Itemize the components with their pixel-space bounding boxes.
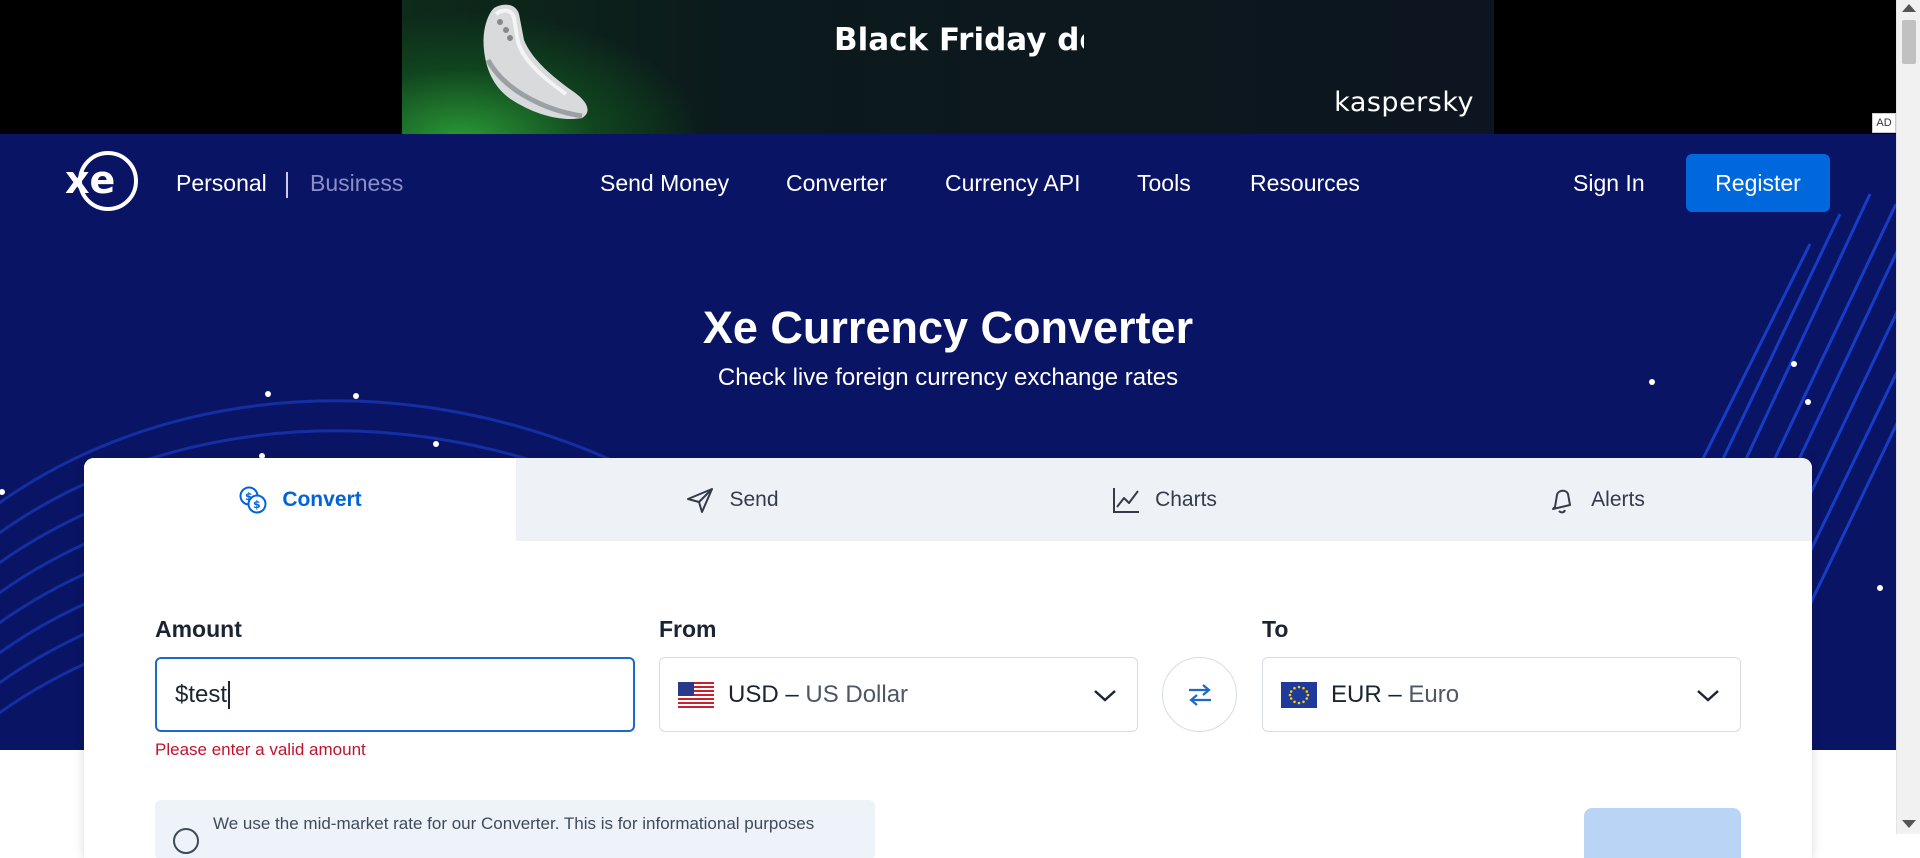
currency-exchange-icon: $ $ (239, 486, 267, 513)
paper-plane-icon (687, 487, 714, 513)
ad-brand-logo: kaspersky (1334, 87, 1474, 118)
ad-headline: Black Friday deals (834, 22, 1084, 58)
svg-text:$: $ (253, 498, 261, 511)
from-currency-code: USD (728, 680, 779, 708)
eu-flag-icon (1281, 681, 1317, 708)
from-separator: – (778, 680, 806, 708)
text-caret (228, 680, 231, 709)
amount-input-value: $test (175, 680, 228, 708)
converter-tabs: $ $ Convert Send Charts Alerts (84, 458, 1812, 541)
page-title: Xe Currency Converter (702, 302, 1194, 353)
info-notice-text: We use the mid-market rate for our Conve… (213, 814, 815, 833)
converter-card: $ $ Convert Send Charts Alerts Amount $t… (84, 458, 1812, 858)
tab-charts[interactable]: Charts (948, 458, 1380, 541)
nav-personal[interactable]: Personal (176, 170, 267, 197)
from-currency-select[interactable]: USD – US Dollar (659, 657, 1138, 732)
ad-choices-tag[interactable]: AD (1872, 113, 1896, 133)
page-subtitle: Check live foreign currency exchange rat… (717, 364, 1179, 391)
sign-in-link[interactable]: Sign In (1573, 170, 1645, 197)
register-button[interactable]: Register (1686, 154, 1830, 212)
scroll-thumb[interactable] (1902, 20, 1916, 64)
nav-tools[interactable]: Tools (1137, 170, 1191, 197)
tab-alerts-label: Alerts (1591, 487, 1645, 511)
to-currency-name: Euro (1408, 680, 1460, 708)
tab-alerts[interactable]: Alerts (1380, 458, 1812, 541)
nav-send-money[interactable]: Send Money (600, 170, 729, 197)
tab-send[interactable]: Send (516, 458, 948, 541)
to-currency-code: EUR (1331, 680, 1382, 708)
svg-text:xe: xe (65, 158, 115, 202)
nav-divider (286, 172, 288, 198)
to-separator: – (1381, 680, 1409, 708)
us-flag-icon (678, 681, 714, 708)
line-chart-icon (1113, 487, 1140, 513)
nav-currency-api[interactable]: Currency API (945, 170, 1081, 197)
scroll-down-arrow-icon[interactable] (1902, 820, 1916, 828)
nav-business[interactable]: Business (310, 170, 403, 197)
from-label: From (659, 616, 717, 642)
amount-label: Amount (155, 616, 242, 642)
amount-error-message: Please enter a valid amount (155, 740, 366, 759)
from-currency-name: US Dollar (805, 680, 909, 708)
convert-button[interactable] (1584, 808, 1741, 858)
chevron-down-icon (1697, 690, 1719, 702)
info-notice: We use the mid-market rate for our Conve… (155, 800, 875, 858)
info-icon (173, 828, 199, 854)
svg-text:$: $ (245, 490, 253, 503)
xe-logo[interactable]: xe (64, 151, 140, 211)
swap-currencies-button[interactable] (1162, 657, 1237, 732)
ad-banner[interactable]: Black Friday deals kaspersky (402, 0, 1494, 134)
to-label: To (1262, 616, 1289, 642)
chevron-down-icon (1094, 690, 1116, 702)
sneaker-image (483, 4, 588, 120)
tab-charts-label: Charts (1155, 487, 1217, 511)
amount-input[interactable]: $test (155, 657, 635, 732)
ad-strip: Black Friday deals kaspersky (0, 0, 1896, 134)
nav-resources[interactable]: Resources (1250, 170, 1360, 197)
scroll-up-arrow-icon[interactable] (1902, 4, 1916, 12)
tab-convert[interactable]: $ $ Convert (84, 458, 516, 541)
nav-converter[interactable]: Converter (786, 170, 887, 197)
to-currency-select[interactable]: EUR – Euro (1262, 657, 1741, 732)
bell-icon (1552, 489, 1572, 513)
page-scrollbar[interactable] (1896, 0, 1920, 834)
tab-convert-label: Convert (282, 487, 362, 511)
tab-send-label: Send (729, 487, 779, 511)
swap-arrows-icon (1188, 683, 1211, 706)
